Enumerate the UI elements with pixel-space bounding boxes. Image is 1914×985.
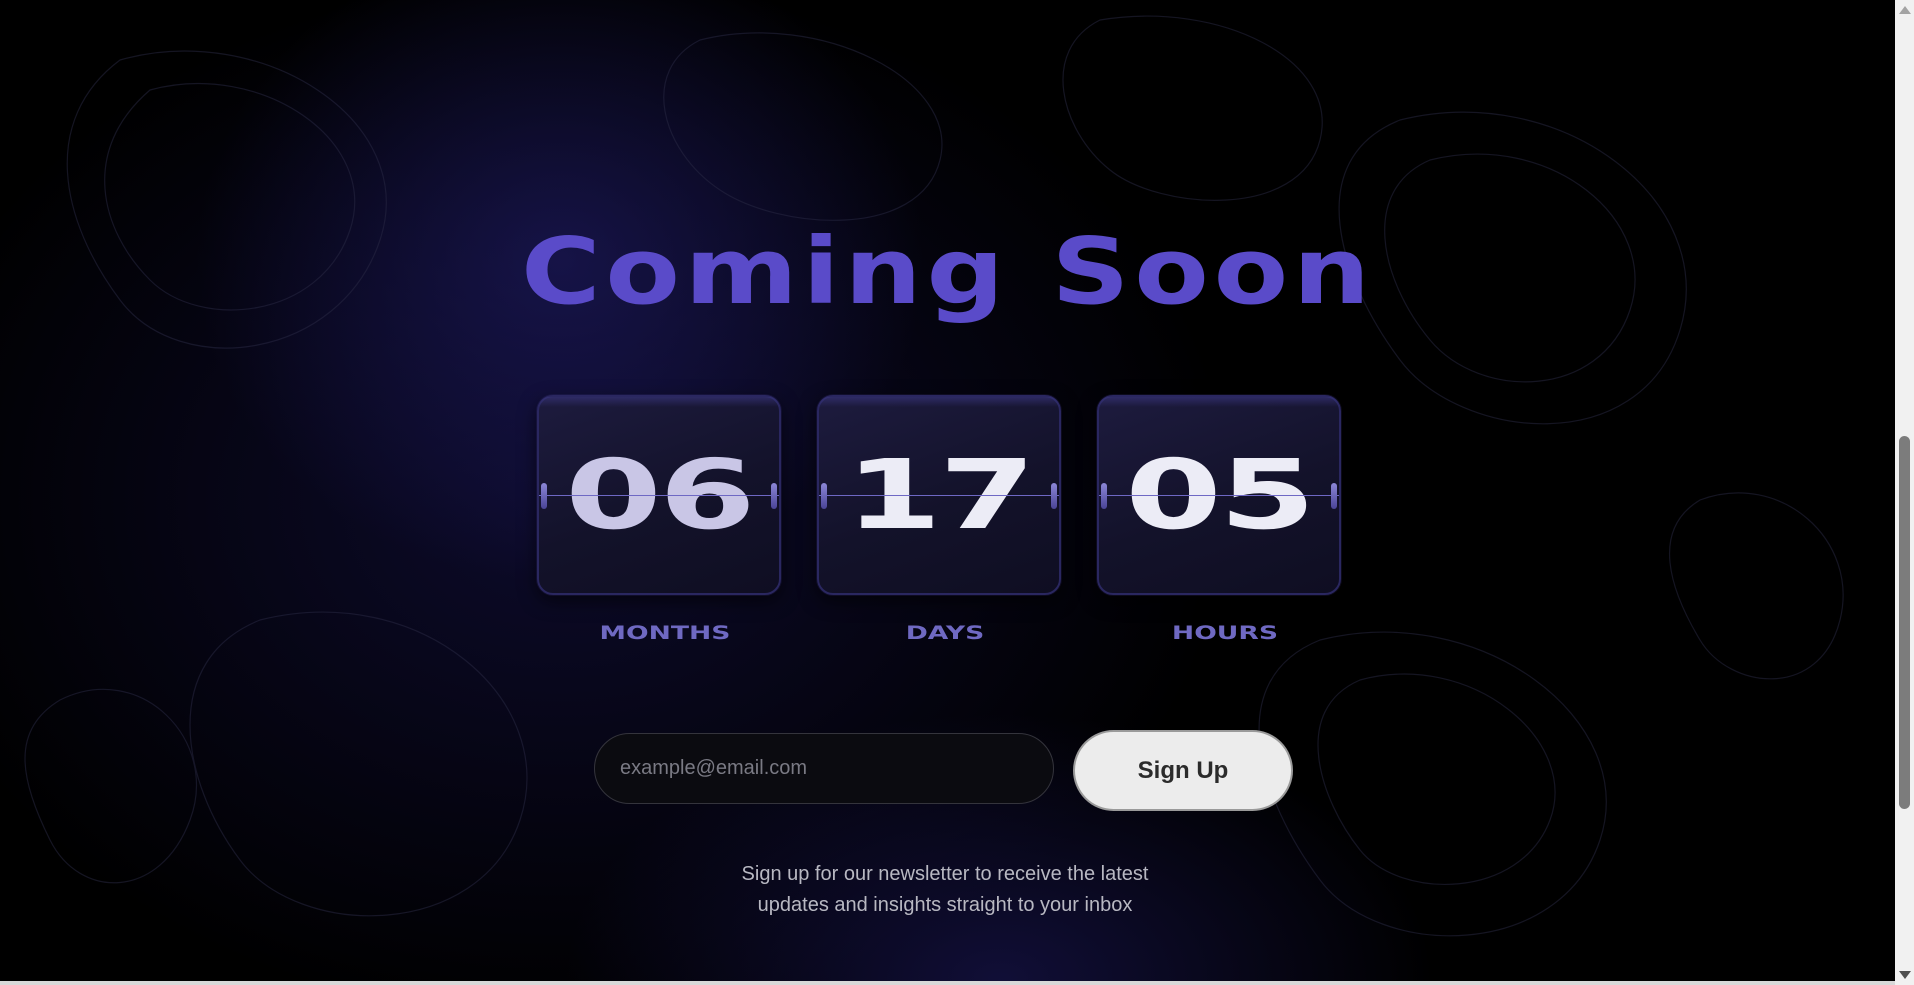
window-bottom-edge — [0, 981, 1895, 985]
countdown-hours-card: 05 — [1097, 395, 1341, 595]
vertical-scrollbar[interactable] — [1895, 0, 1914, 985]
flip-divider — [1099, 495, 1339, 496]
countdown-hours-label: HOURS — [1171, 622, 1279, 644]
scrollbar-thumb[interactable] — [1899, 436, 1910, 809]
flip-hinge-left — [1101, 483, 1107, 509]
flip-hinge-right — [1331, 483, 1337, 509]
flip-divider — [819, 495, 1059, 496]
page-viewport: Coming Soon 06 17 05 MONTHS DAYS HOURS S… — [0, 0, 1895, 985]
countdown-months-card: 06 — [537, 395, 781, 595]
sign-up-button[interactable]: Sign Up — [1073, 730, 1293, 811]
newsletter-note-line-1: Sign up for our newsletter to receive th… — [741, 863, 1149, 885]
newsletter-note-line-2: updates and insights straight to your in… — [757, 894, 1133, 916]
countdown-days-card: 17 — [817, 395, 1061, 595]
email-input[interactable] — [594, 733, 1054, 804]
scroll-down-arrow-icon[interactable] — [1899, 971, 1911, 979]
flip-hinge-left — [821, 483, 827, 509]
flip-hinge-left — [541, 483, 547, 509]
flip-divider — [539, 495, 779, 496]
newsletter-note: Sign up for our newsletter to receive th… — [0, 859, 1890, 921]
page-title: Coming Soon — [520, 218, 1375, 325]
scroll-up-arrow-icon[interactable] — [1899, 6, 1911, 14]
